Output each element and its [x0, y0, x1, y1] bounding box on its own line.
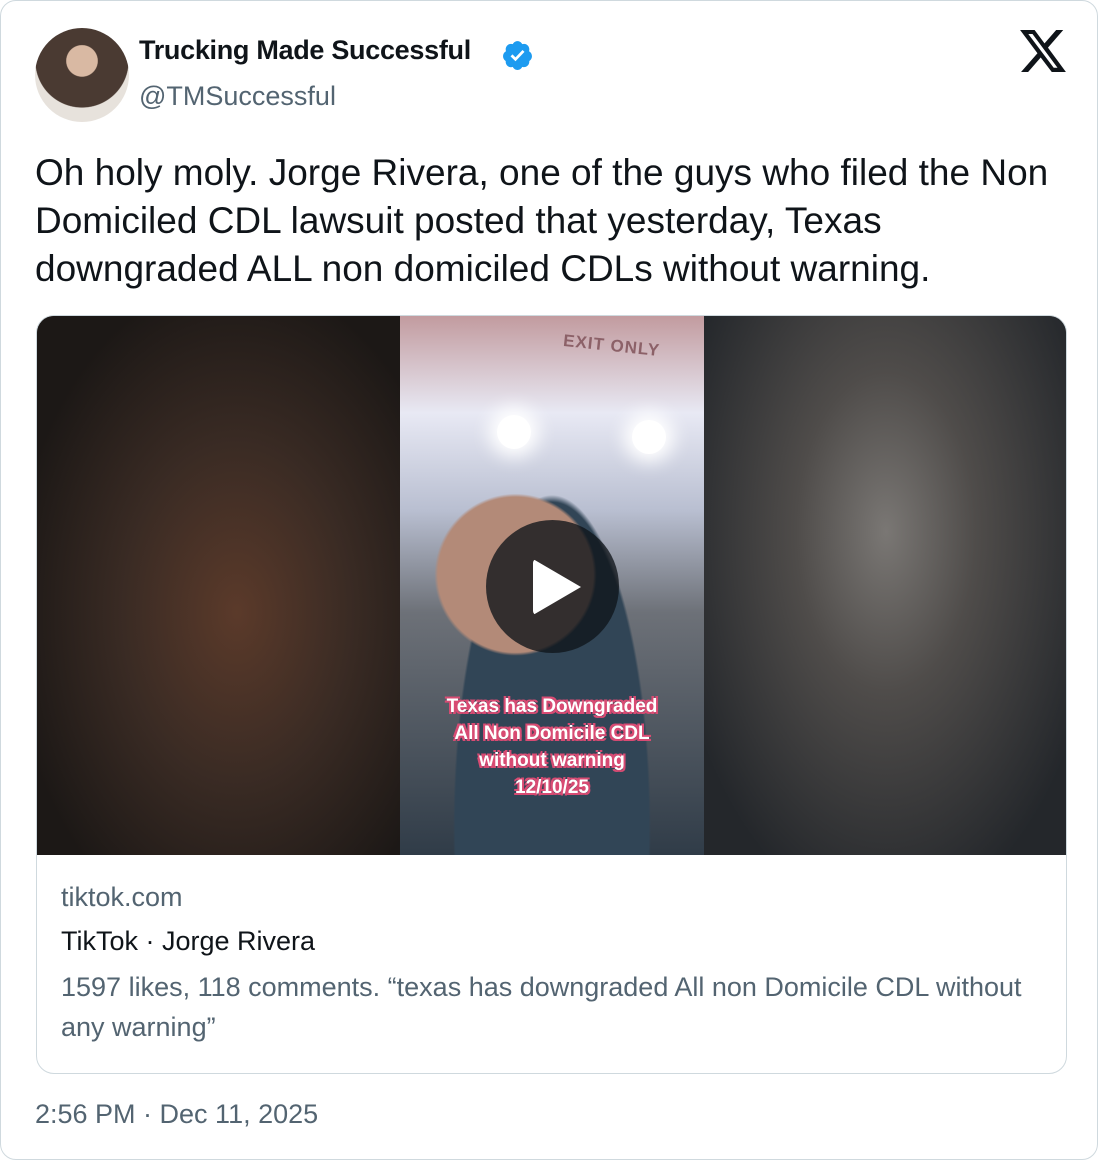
- play-button[interactable]: [486, 520, 619, 653]
- author-display-name[interactable]: Trucking Made Successful: [139, 35, 471, 66]
- avatar[interactable]: [35, 28, 129, 122]
- verified-badge-icon: [503, 41, 532, 70]
- author-handle[interactable]: @TMSuccessful: [139, 81, 336, 112]
- link-description: 1597 likes, 118 comments. “texas has dow…: [61, 972, 1022, 1042]
- link-preview-card[interactable]: EXIT ONLY Texas has Downgraded All Non D…: [36, 315, 1067, 1074]
- link-domain: tiktok.com: [61, 882, 183, 912]
- blurred-background-left: [37, 316, 400, 855]
- exit-sign-text: EXIT ONLY: [562, 330, 661, 361]
- tweet-text: Oh holy moly. Jorge Rivera, one of the g…: [35, 152, 1049, 289]
- link-title: TikTok · Jorge Rivera: [61, 926, 316, 956]
- ceiling-light: [632, 420, 666, 454]
- tweet-card: Trucking Made Successful @TMSuccessful O…: [0, 0, 1098, 1160]
- ceiling-light: [497, 415, 531, 449]
- blurred-background-right: [704, 316, 1066, 855]
- x-logo-icon[interactable]: [1020, 30, 1066, 72]
- video-thumbnail[interactable]: EXIT ONLY Texas has Downgraded All Non D…: [37, 316, 1066, 855]
- caption-line: without warning: [479, 750, 625, 771]
- caption-line: Texas has Downgraded: [446, 696, 658, 717]
- caption-line: 12/10/25: [515, 777, 589, 798]
- play-icon: [533, 559, 581, 615]
- video-caption-overlay: Texas has Downgraded All Non Domicile CD…: [390, 693, 714, 801]
- caption-line: All Non Domicile CDL: [454, 723, 650, 744]
- tweet-timestamp[interactable]: 2:56 PM · Dec 11, 2025: [35, 1099, 318, 1130]
